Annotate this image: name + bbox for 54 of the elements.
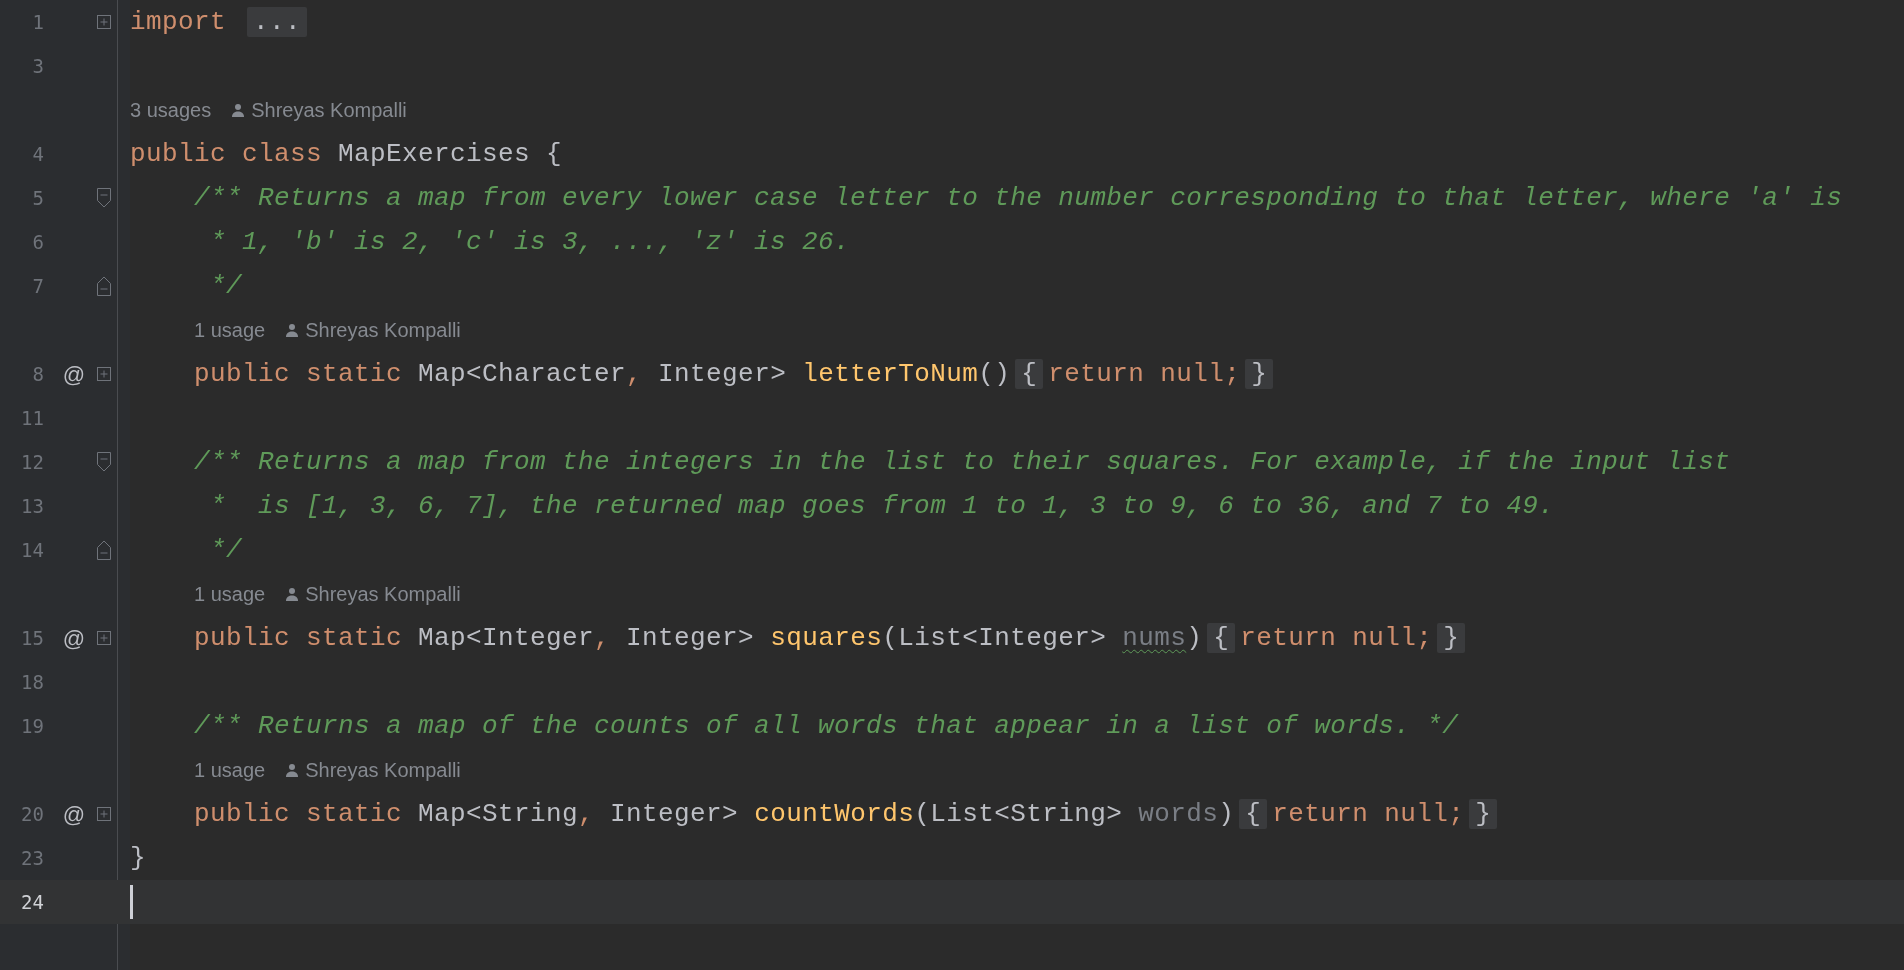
code-line: */	[209, 534, 243, 567]
line-number: 8	[32, 361, 44, 387]
line-number: 11	[21, 405, 44, 431]
line-number: 20	[21, 801, 44, 827]
fold-expand-icon[interactable]	[97, 15, 111, 29]
usages-hint[interactable]: 1 usage	[194, 315, 266, 345]
line-number: 4	[32, 141, 44, 167]
override-marker[interactable]: @	[62, 797, 86, 831]
fold-expand-icon[interactable]	[97, 807, 111, 821]
fold-collapse-icon[interactable]	[97, 188, 111, 208]
fold-collapse-icon[interactable]	[97, 452, 111, 472]
fold-collapse-icon[interactable]	[97, 540, 111, 560]
code-line: /** Returns a map of the counts of all words that appear in a list of words. */	[193, 710, 1459, 743]
code-line: import ...	[130, 5, 313, 39]
line-number: 6	[32, 229, 44, 255]
code-line: public static Map<String, Integer> countWords(List<String> words) { return null; }	[130, 797, 1503, 831]
fold-expand-icon[interactable]	[97, 631, 111, 645]
code-line: * 1, 'b' is 2, 'c' is 3, ..., 'z' is 26.	[209, 226, 851, 259]
line-number: 18	[21, 669, 44, 695]
line-number: 5	[32, 185, 44, 211]
line-number: 19	[21, 713, 44, 739]
line-number: 13	[21, 493, 44, 519]
author-hint[interactable]: Shreyas Kompalli	[305, 579, 461, 609]
code-line: */	[209, 270, 243, 303]
code-line: public static Map<Integer, Integer> squares(List<Integer> nums) { return null; }	[130, 621, 1471, 655]
person-icon	[285, 763, 300, 777]
line-number: 23	[21, 845, 44, 871]
line-number: 24	[21, 889, 44, 915]
person-icon	[231, 103, 246, 117]
code-line: public class MapExercises {	[130, 138, 563, 171]
author-hint[interactable]: Shreyas Kompalli	[305, 755, 461, 785]
code-line: * is [1, 3, 6, 7], the returned map goes from 1 to 1, 3 to 9, 6 to 36, and 7 to 49.	[209, 490, 1555, 523]
usages-hint[interactable]: 3 usages	[130, 95, 212, 125]
author-hint[interactable]: Shreyas Kompalli	[251, 95, 407, 125]
person-icon	[285, 587, 300, 601]
code-line: /** Returns a map from every lower case letter to the number corresponding to that letter, where 'a' is	[193, 182, 1843, 215]
text-cursor	[130, 885, 133, 919]
line-number: 14	[21, 537, 44, 563]
fold-expand-icon[interactable]	[97, 367, 111, 381]
line-number: 7	[32, 273, 44, 299]
author-hint[interactable]: Shreyas Kompalli	[305, 315, 461, 345]
line-number: 15	[21, 625, 44, 651]
fold-collapse-icon[interactable]	[97, 276, 111, 296]
code-line: /** Returns a map from the integers in the list to their squares. For example, if the input list	[193, 446, 1731, 479]
override-marker[interactable]: @	[62, 357, 86, 391]
override-marker[interactable]: @	[62, 621, 86, 655]
code-line: public static Map<Character, Integer> letterToNum() { return null; }	[130, 357, 1279, 391]
line-number: 12	[21, 449, 44, 475]
usages-hint[interactable]: 1 usage	[194, 755, 266, 785]
person-icon	[285, 323, 300, 337]
line-number: 1	[32, 9, 44, 35]
usages-hint[interactable]: 1 usage	[194, 579, 266, 609]
line-number: 3	[32, 53, 44, 79]
code-line: }	[130, 842, 146, 875]
